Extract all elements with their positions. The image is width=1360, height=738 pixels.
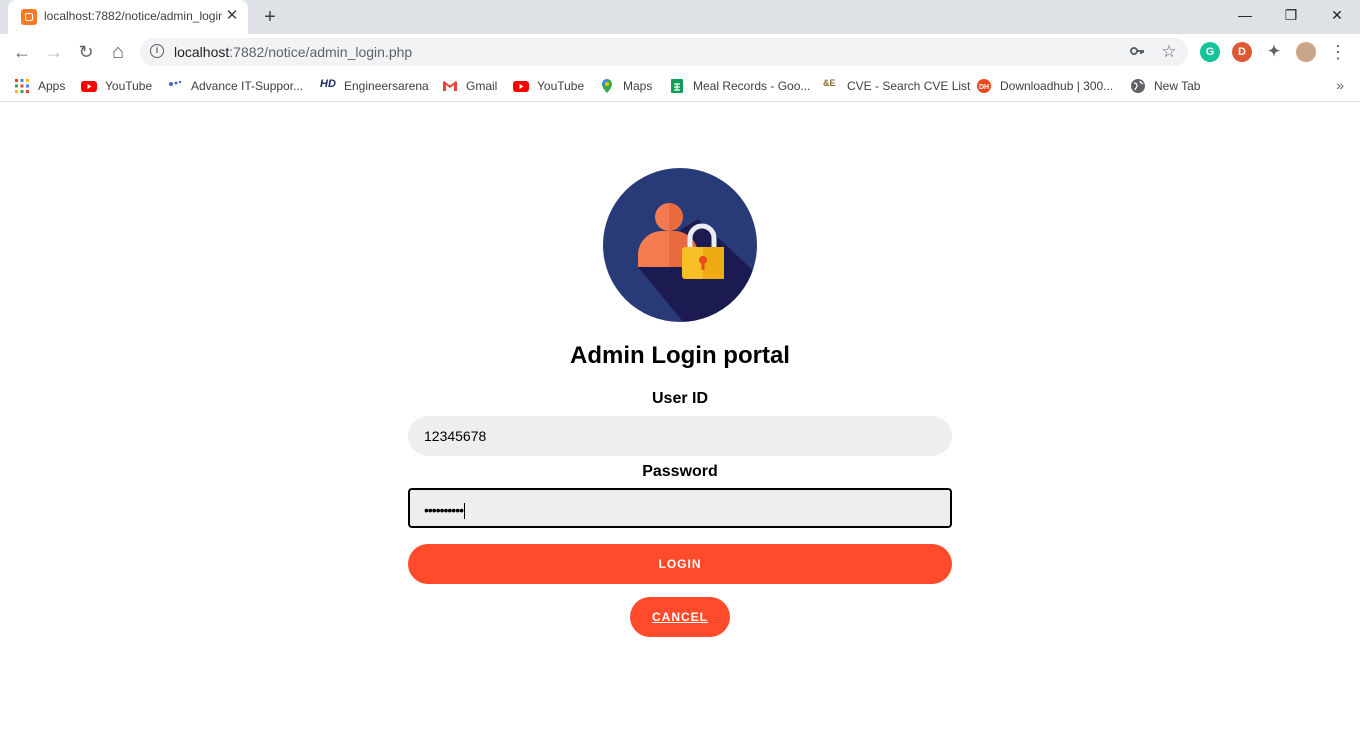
hd-icon: HD — [320, 78, 336, 90]
admin-lock-icon — [602, 167, 758, 323]
extensions-puzzle-icon[interactable]: ✦ — [1264, 42, 1284, 62]
login-page: Admin Login portal User ID 12345678 Pass… — [0, 103, 1360, 738]
tab-title: localhost:7882/notice/admin_login.php — [44, 9, 222, 23]
bookmark-gmail[interactable]: Gmail — [442, 76, 497, 96]
user-id-label: User ID — [651, 390, 709, 407]
key-icon[interactable] — [1128, 43, 1146, 61]
forward-button[interactable]: → — [42, 40, 66, 64]
bookmark-label: Apps — [38, 79, 66, 93]
browser-toolbar: ← → ↻ ⌂ i localhost:7882/notice/admin_lo… — [0, 34, 1360, 70]
url-path: :7882/notice/admin_login.php — [229, 44, 413, 60]
youtube-icon — [81, 78, 97, 94]
bookmarks-bar: Apps YouTube Advance IT-Suppor... HD Eng… — [0, 70, 1360, 102]
bookmark-label: Maps — [623, 79, 653, 93]
cve-icon: &E — [823, 78, 836, 88]
password-input[interactable]: •••••••••• — [408, 488, 952, 528]
login-button[interactable]: LOGIN — [408, 544, 952, 584]
bookmark-youtube-2[interactable]: YouTube — [513, 76, 584, 96]
window-close-button[interactable]: ✕ — [1327, 5, 1347, 25]
gmail-icon — [442, 78, 458, 94]
maps-icon — [599, 78, 615, 94]
reload-button[interactable]: ↻ — [74, 40, 98, 64]
bookmark-label: Advance IT-Suppor... — [191, 79, 304, 93]
minimize-button[interactable]: — — [1235, 5, 1255, 25]
bookmark-label: Gmail — [466, 79, 498, 93]
bookmark-label: YouTube — [105, 79, 153, 93]
grammarly-icon[interactable]: G — [1200, 42, 1220, 62]
bookmark-label: New Tab — [1154, 79, 1201, 93]
bookmark-new-tab[interactable]: New Tab — [1130, 76, 1200, 96]
duckduckgo-icon[interactable]: D — [1232, 42, 1252, 62]
back-button[interactable]: ← — [10, 40, 34, 64]
bookmark-label: Meal Records - Goo... — [693, 79, 811, 93]
youtube-icon — [513, 78, 529, 94]
bookmark-label: Engineersarena — [344, 79, 429, 93]
xampp-favicon-icon — [21, 9, 37, 25]
home-button[interactable]: ⌂ — [106, 40, 130, 64]
bookmark-meal-records[interactable]: Meal Records - Goo... — [669, 76, 810, 96]
bookmark-cve[interactable]: &E CVE - Search CVE List — [823, 76, 970, 96]
url-text[interactable]: localhost:7882/notice/admin_login.php — [174, 44, 412, 60]
bookmark-downloadhub[interactable]: DH Downloadhub | 300... — [976, 76, 1113, 96]
password-value: •••••••••• — [424, 502, 464, 518]
bookmark-youtube[interactable]: YouTube — [81, 76, 152, 96]
browser-menu-icon[interactable]: ⋮ — [1326, 40, 1350, 64]
bookmark-star-icon[interactable]: ☆ — [1160, 43, 1178, 61]
downloadhub-icon: DH — [976, 78, 992, 94]
user-id-value: 12345678 — [424, 428, 487, 444]
text-caret — [464, 503, 466, 520]
svg-text:DH: DH — [979, 84, 989, 91]
site-icon — [167, 78, 183, 94]
bookmark-label: Downloadhub | 300... — [1000, 79, 1114, 93]
bookmark-apps[interactable]: Apps — [14, 76, 65, 96]
sheets-icon — [669, 78, 685, 94]
new-tab-button[interactable]: + — [260, 7, 280, 27]
page-title: Admin Login portal — [570, 342, 790, 369]
address-bar[interactable]: i localhost:7882/notice/admin_login.php … — [140, 38, 1188, 66]
site-info-icon[interactable]: i — [150, 44, 164, 58]
restore-button[interactable]: ❐ — [1281, 5, 1301, 25]
url-host: localhost — [174, 44, 230, 60]
user-id-input[interactable]: 12345678 — [408, 416, 952, 456]
cancel-button[interactable]: CANCEL — [630, 597, 730, 637]
password-label: Password — [642, 463, 718, 480]
active-tab[interactable]: localhost:7882/notice/admin_login.php ✕ — [8, 0, 248, 34]
apps-grid-icon — [14, 78, 30, 94]
bookmark-maps[interactable]: Maps — [599, 76, 652, 96]
bookmark-advance-it[interactable]: Advance IT-Suppor... — [167, 76, 303, 96]
bookmark-engineersarena[interactable]: HD Engineersarena — [320, 76, 429, 96]
profile-avatar[interactable] — [1296, 42, 1316, 62]
globe-icon — [1130, 78, 1146, 94]
bookmark-label: YouTube — [537, 79, 585, 93]
tab-close-icon[interactable]: ✕ — [224, 8, 240, 24]
bookmark-label: CVE - Search CVE List — [847, 79, 971, 93]
bookmarks-overflow-icon[interactable]: » — [1336, 77, 1344, 93]
tab-strip: localhost:7882/notice/admin_login.php ✕ … — [0, 0, 1360, 34]
